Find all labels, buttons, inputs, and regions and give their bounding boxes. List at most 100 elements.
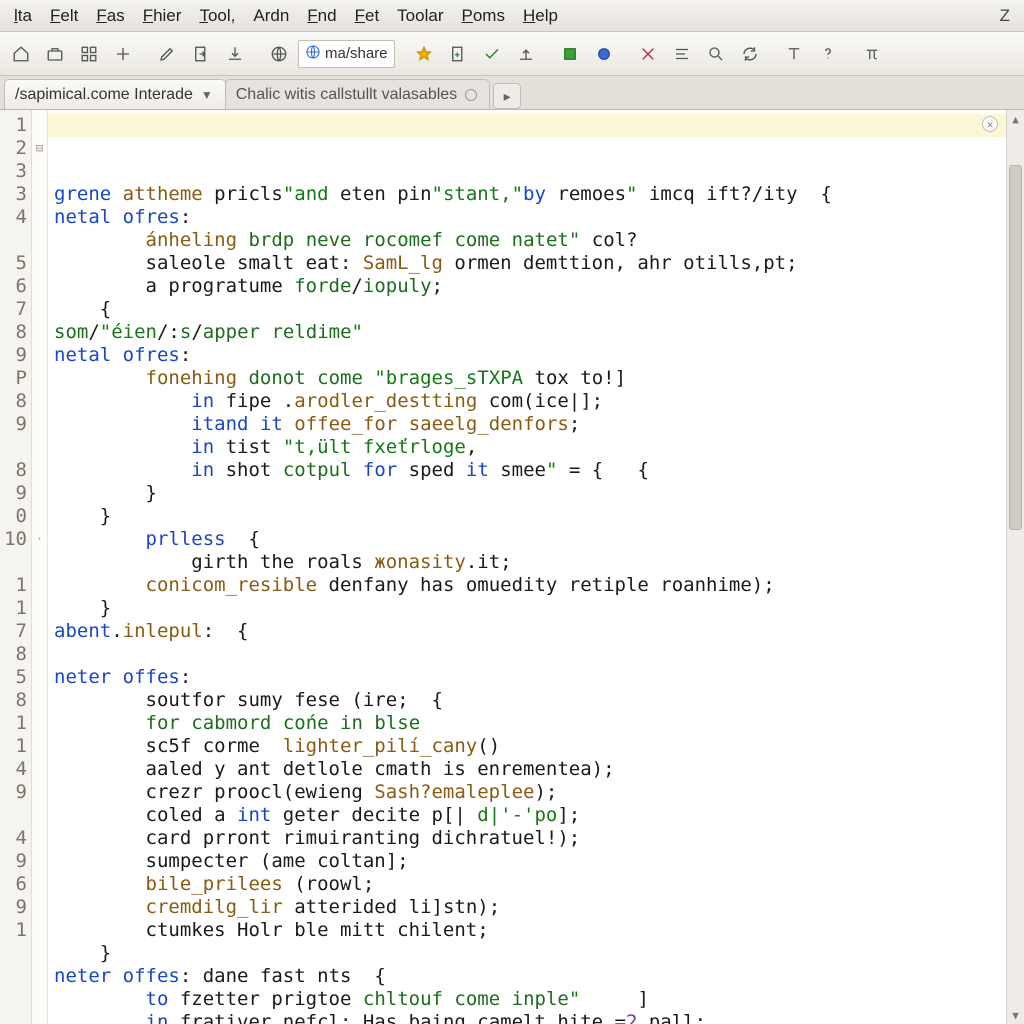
code-line[interactable]: conicom_resible denfany has omuedity ret… bbox=[54, 574, 1024, 597]
grid-icon[interactable] bbox=[74, 39, 104, 69]
tab-0[interactable]: /sapimical.come Interade▼ bbox=[4, 79, 226, 109]
fold-marker bbox=[32, 781, 47, 804]
blue-circ-icon[interactable] bbox=[589, 39, 619, 69]
line-number: 3 bbox=[0, 183, 27, 206]
code-line[interactable]: girth the roals жonasity.it; bbox=[54, 551, 1024, 574]
fold-marker[interactable]: ⊟ bbox=[32, 137, 47, 160]
fold-column[interactable]: ⊟· bbox=[32, 110, 48, 1024]
code-line[interactable]: neter offes: bbox=[54, 666, 1024, 689]
code-line[interactable]: a progratume forde/iopuly; bbox=[54, 275, 1024, 298]
fold-marker bbox=[32, 919, 47, 942]
fold-marker bbox=[32, 827, 47, 850]
menu-poms[interactable]: Poms bbox=[453, 2, 512, 30]
code-line[interactable]: to fzetter prigtoe chltouf come inple" ] bbox=[54, 988, 1024, 1011]
new-tab-button[interactable]: ▸ bbox=[493, 83, 521, 109]
code-line[interactable]: itand it offee_for saeelg_denfors; bbox=[54, 413, 1024, 436]
menu-felt[interactable]: Felt bbox=[42, 2, 86, 30]
up-tray-icon[interactable] bbox=[511, 39, 541, 69]
line-number: P bbox=[0, 367, 27, 390]
pencil-icon[interactable] bbox=[152, 39, 182, 69]
text-t-icon[interactable] bbox=[779, 39, 809, 69]
code-line[interactable]: saleole smalt eat: SamL_lg ormen demttio… bbox=[54, 252, 1024, 275]
code-line[interactable]: soutfor sumy fese (ire; { bbox=[54, 689, 1024, 712]
plus-icon[interactable] bbox=[108, 39, 138, 69]
code-line[interactable]: card prront rimuiranting dichratuel!); bbox=[54, 827, 1024, 850]
refresh-icon[interactable] bbox=[735, 39, 765, 69]
down-tray-icon[interactable] bbox=[220, 39, 250, 69]
code-line[interactable]: } bbox=[54, 597, 1024, 620]
doc-right-icon[interactable] bbox=[186, 39, 216, 69]
menu-lta[interactable]: lta bbox=[6, 2, 40, 30]
green-sq-icon[interactable] bbox=[555, 39, 585, 69]
code-line[interactable]: in shot cotpul for sped it smee" = { { bbox=[54, 459, 1024, 482]
code-line[interactable]: fonehing donot come "brages_sTXPA tox to… bbox=[54, 367, 1024, 390]
menu-fet[interactable]: Fet bbox=[347, 2, 388, 30]
tab-label: Chalic witis callstullt valasables bbox=[236, 86, 457, 104]
line-number: 10 bbox=[0, 528, 27, 551]
code-line[interactable]: abent.inlepul: { bbox=[54, 620, 1024, 643]
menu-toolar[interactable]: Toolar bbox=[389, 2, 451, 30]
code-line[interactable]: cremdilg_lir atterided li]stn); bbox=[54, 896, 1024, 919]
menu-fas[interactable]: Fas bbox=[88, 2, 132, 30]
menu-ardn[interactable]: Ardn bbox=[245, 2, 297, 30]
menu-fhier[interactable]: Fhier bbox=[135, 2, 190, 30]
star-icon[interactable] bbox=[409, 39, 439, 69]
code-line[interactable]: sc5f corme lighter_pilí_cany() bbox=[54, 735, 1024, 758]
check-icon[interactable] bbox=[477, 39, 507, 69]
line-number: 1 bbox=[0, 597, 27, 620]
code-line[interactable] bbox=[54, 643, 1024, 666]
code-line[interactable]: prlless { bbox=[54, 528, 1024, 551]
menu-help[interactable]: Help bbox=[515, 2, 566, 30]
vertical-scrollbar[interactable]: ▲ ▼ bbox=[1006, 110, 1024, 1024]
code-line[interactable]: coled a int geter decite p[| d|'-'po]; bbox=[54, 804, 1024, 827]
code-line[interactable]: { bbox=[54, 298, 1024, 321]
doc-plus-icon[interactable] bbox=[443, 39, 473, 69]
code-line[interactable]: grene attheme pricls"and eten pin"stant,… bbox=[54, 183, 1024, 206]
line-number: 1 bbox=[0, 712, 27, 735]
fold-marker bbox=[32, 252, 47, 275]
code-line[interactable]: in fipe .arodler_destting com(ice|]; bbox=[54, 390, 1024, 413]
search-icon[interactable] bbox=[701, 39, 731, 69]
code-line[interactable]: netal ofres: bbox=[54, 344, 1024, 367]
address-text[interactable]: ma/share bbox=[325, 45, 388, 62]
pi-icon[interactable] bbox=[857, 39, 887, 69]
code-line[interactable]: crezr proocl(ewieng Sash?emaleplee); bbox=[54, 781, 1024, 804]
code-area[interactable]: grene attheme pricls"and eten pin"stant,… bbox=[48, 110, 1024, 1024]
code-line[interactable]: } bbox=[54, 505, 1024, 528]
code-line[interactable]: ctumkes Holr ble mitt chilent; bbox=[54, 919, 1024, 942]
scrollbar-thumb[interactable] bbox=[1009, 165, 1022, 531]
line-number: 1 bbox=[0, 735, 27, 758]
code-line[interactable]: bile_prilees (roowl; bbox=[54, 873, 1024, 896]
code-line[interactable]: } bbox=[54, 942, 1024, 965]
code-line[interactable]: netal ofres: bbox=[54, 206, 1024, 229]
menu-tool[interactable]: Tool, bbox=[191, 2, 243, 30]
code-editor[interactable]: 1233456789P8989010117858114949691 ⊟· gre… bbox=[0, 110, 1024, 1024]
fold-marker[interactable]: · bbox=[32, 528, 47, 551]
chevron-down-icon[interactable]: ▼ bbox=[201, 88, 213, 102]
scroll-up-arrow-icon[interactable]: ▲ bbox=[1007, 110, 1024, 128]
code-line[interactable]: } bbox=[54, 482, 1024, 505]
globe-icon[interactable] bbox=[264, 39, 294, 69]
code-line[interactable]: in tist "t,ült fxeťrloge, bbox=[54, 436, 1024, 459]
menu-fnd[interactable]: Fnd bbox=[299, 2, 344, 30]
address-box[interactable]: ma/share bbox=[298, 40, 395, 68]
code-line[interactable]: aaled y ant detlole cmath is enrementea)… bbox=[54, 758, 1024, 781]
code-line[interactable]: neter offes: dane fast nts { bbox=[54, 965, 1024, 988]
close-document-icon[interactable]: ✕ bbox=[982, 116, 998, 132]
align-icon[interactable] bbox=[667, 39, 697, 69]
line-number: 7 bbox=[0, 620, 27, 643]
code-line[interactable]: sumpecter (ame coltan]; bbox=[54, 850, 1024, 873]
code-line[interactable]: for cabmord cońe in blse bbox=[54, 712, 1024, 735]
query-icon[interactable] bbox=[813, 39, 843, 69]
fold-marker bbox=[32, 482, 47, 505]
scroll-down-arrow-icon[interactable]: ▼ bbox=[1007, 1006, 1024, 1024]
tab-1[interactable]: Chalic witis callstullt valasables bbox=[225, 79, 490, 109]
line-number: 7 bbox=[0, 298, 27, 321]
briefcase-icon[interactable] bbox=[40, 39, 70, 69]
home-icon[interactable] bbox=[6, 39, 36, 69]
code-line[interactable]: ánheling brdp neve rocomef come natet" c… bbox=[54, 229, 1024, 252]
fold-marker bbox=[32, 689, 47, 712]
code-line[interactable]: som/"éien/:s/apper reldime" bbox=[54, 321, 1024, 344]
tools-x-icon[interactable] bbox=[633, 39, 663, 69]
code-line[interactable]: in frativer nefcl: Has baing camelt hite… bbox=[54, 1011, 1024, 1024]
